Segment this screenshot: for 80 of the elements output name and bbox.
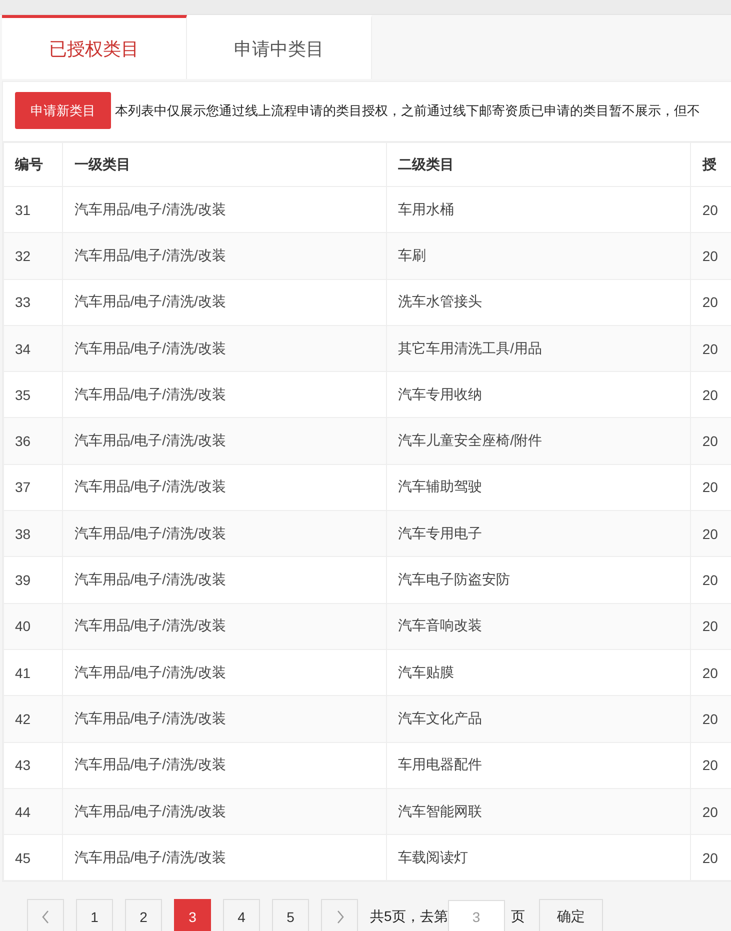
column-header: 二级类目 <box>398 156 454 172</box>
table-cell: 汽车用品/电子/清洗/改装 <box>74 293 226 310</box>
table-cell: 汽车用品/电子/清洗/改装 <box>74 756 226 772</box>
table-cell: 20 <box>702 248 718 264</box>
table-cell: 20 <box>702 850 718 866</box>
table-cell: 汽车贴膜 <box>398 664 454 680</box>
table-cell: 车用电器配件 <box>398 756 482 772</box>
page-button[interactable]: 1 <box>76 899 113 931</box>
table-cell: 汽车用品/电子/清洗/改装 <box>74 848 226 865</box>
table-cell: 39 <box>15 572 31 588</box>
table-cell: 汽车用品/电子/清洗/改装 <box>74 340 226 356</box>
table-cell: 其它车用清洗工具/用品 <box>398 340 542 356</box>
next-page-button[interactable] <box>321 899 358 931</box>
table-cell: 40 <box>15 618 31 634</box>
table-cell: 20 <box>702 757 718 774</box>
table-cell: 汽车专用收纳 <box>398 386 482 402</box>
page-count-text: 共5页，去第 <box>370 908 448 926</box>
table-cell: 44 <box>15 804 31 820</box>
table-cell: 34 <box>15 340 31 357</box>
column-header: 编号 <box>15 156 43 172</box>
table-cell: 汽车用品/电子/清洗/改装 <box>74 386 226 402</box>
table-cell: 汽车音响改装 <box>398 617 482 634</box>
table-cell: 汽车辅助驾驶 <box>398 478 482 494</box>
table-cell: 38 <box>15 526 31 542</box>
table-cell: 42 <box>15 710 31 727</box>
table-cell: 20 <box>702 294 718 310</box>
column-header: 授 <box>702 156 716 172</box>
table-cell: 20 <box>702 526 718 542</box>
table-cell: 汽车用品/电子/清洗/改装 <box>74 571 226 588</box>
previous-page-button[interactable] <box>27 899 64 931</box>
confirm-button[interactable]: 确定 <box>538 899 603 931</box>
table-cell: 20 <box>702 710 718 727</box>
apply-button[interactable]: 申请新类目 <box>15 92 111 129</box>
table-cell: 汽车文化产品 <box>398 710 482 726</box>
table-cell: 汽车用品/电子/清洗/改装 <box>74 524 226 541</box>
table-cell: 35 <box>15 386 31 403</box>
table-cell: 洗车水管接头 <box>398 293 482 310</box>
table-cell: 20 <box>702 479 718 496</box>
page-unit-text: 页 <box>510 908 525 926</box>
table-cell: 汽车专用电子 <box>398 524 482 541</box>
tab[interactable]: 申请中类目 <box>187 15 372 79</box>
table-cell: 汽车用品/电子/清洗/改装 <box>74 246 226 263</box>
table-cell: 43 <box>15 757 31 774</box>
table-cell: 汽车儿童安全座椅/附件 <box>398 432 542 448</box>
table-cell: 32 <box>15 248 31 264</box>
chevron-right-icon <box>334 910 344 924</box>
table-cell: 36 <box>15 433 31 450</box>
table-cell: 20 <box>702 804 718 820</box>
table-cell: 汽车用品/电子/清洗/改装 <box>74 617 226 634</box>
table-cell: 20 <box>702 433 718 450</box>
table-cell: 车载阅读灯 <box>398 848 468 865</box>
page-button[interactable]: 3 <box>174 899 211 931</box>
page-button[interactable]: 4 <box>223 899 260 931</box>
table-cell: 20 <box>702 386 718 403</box>
column-header: 一级类目 <box>74 156 130 172</box>
table-cell: 汽车电子防盗安防 <box>398 571 510 588</box>
table-cell: 车用水桶 <box>398 200 454 217</box>
table-cell: 20 <box>702 202 718 218</box>
page-button[interactable]: 2 <box>125 899 162 931</box>
table-cell: 20 <box>702 572 718 588</box>
table-cell: 汽车用品/电子/清洗/改装 <box>74 200 226 217</box>
table-cell: 45 <box>15 850 31 866</box>
table-cell: 汽车用品/电子/清洗/改装 <box>74 478 226 494</box>
table-cell: 汽车用品/电子/清洗/改装 <box>74 802 226 818</box>
table-cell: 33 <box>15 294 31 310</box>
table-cell: 20 <box>702 664 718 681</box>
table-cell: 车刷 <box>398 246 426 263</box>
chevron-left-icon <box>40 910 50 924</box>
table-cell: 20 <box>702 340 718 357</box>
page-button[interactable]: 5 <box>272 899 309 931</box>
notice-text: 本列表中仅展示您通过线上流程申请的类目授权，之前通过线下邮寄资质已申请的类目暂不展示，但不 <box>115 102 700 120</box>
table-cell: 汽车用品/电子/清洗/改装 <box>74 664 226 680</box>
table-cell: 37 <box>15 479 31 496</box>
table-cell: 汽车智能网联 <box>398 802 482 818</box>
table-cell: 20 <box>702 618 718 634</box>
table-cell: 汽车用品/电子/清洗/改装 <box>74 710 226 726</box>
table-cell: 41 <box>15 664 31 681</box>
table-cell: 汽车用品/电子/清洗/改装 <box>74 432 226 448</box>
tab[interactable]: 已授权类目 <box>2 15 187 79</box>
table-cell: 31 <box>15 202 31 218</box>
